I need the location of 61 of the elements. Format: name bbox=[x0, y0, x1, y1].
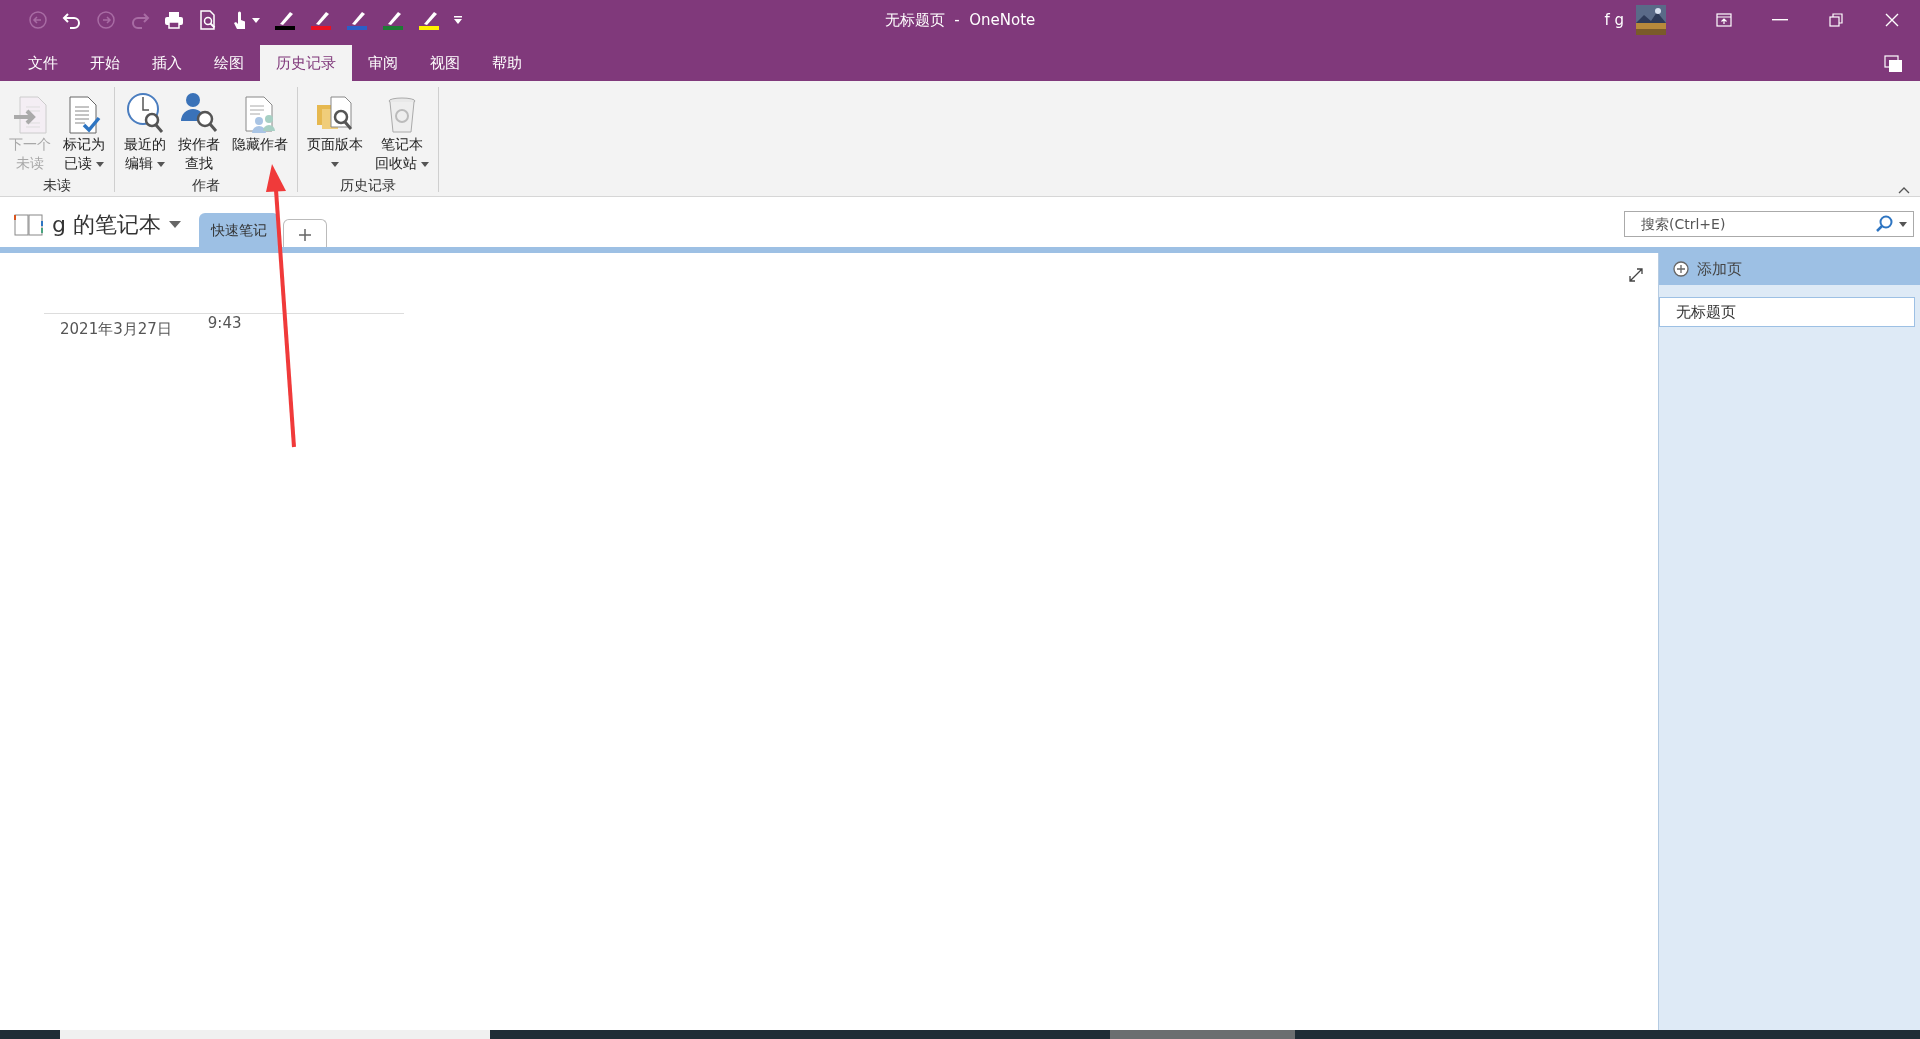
menu-tab[interactable]: 开始 bbox=[74, 45, 136, 81]
caret-icon bbox=[331, 161, 339, 167]
window-title: 无标题页 - OneNote bbox=[884, 11, 1036, 29]
minimize-icon bbox=[1772, 19, 1788, 21]
comments-icon[interactable] bbox=[1884, 55, 1904, 73]
page-check-icon bbox=[66, 95, 102, 135]
menu-tab[interactable]: 文件 bbox=[12, 45, 74, 81]
caret-icon bbox=[1899, 221, 1907, 227]
clock-magnifier-icon bbox=[125, 91, 165, 135]
menu-tab[interactable]: 历史记录 bbox=[260, 45, 352, 81]
add-section-button[interactable] bbox=[282, 219, 327, 247]
person-magnifier-icon bbox=[179, 91, 219, 135]
menu-tab[interactable]: 帮助 bbox=[476, 45, 538, 81]
page-date: 2021年3月27日 bbox=[60, 319, 172, 340]
user-name: f g bbox=[1604, 9, 1624, 31]
menu-tab[interactable]: 视图 bbox=[414, 45, 476, 81]
search-icon bbox=[1875, 215, 1893, 233]
caret-icon bbox=[421, 161, 430, 167]
notebook-selector[interactable]: g 的笔记本 bbox=[14, 208, 187, 247]
hand-pointer-icon bbox=[232, 10, 248, 30]
back-icon bbox=[28, 10, 48, 30]
ribbon-button[interactable]: 隐藏作者 bbox=[227, 87, 293, 175]
menu-tab[interactable]: 插入 bbox=[136, 45, 198, 81]
undo-icon bbox=[62, 10, 82, 30]
ribbon-button[interactable]: 按作者 查找 bbox=[173, 87, 225, 175]
magnifier-page-icon bbox=[198, 10, 218, 30]
plus-circle-icon bbox=[1673, 261, 1689, 277]
caret-icon bbox=[168, 221, 181, 228]
page-time: 9:43 bbox=[207, 313, 242, 334]
notebook-icon bbox=[14, 212, 44, 237]
group-label: 历史记录 bbox=[339, 176, 398, 195]
caret-icon bbox=[96, 161, 105, 167]
group-label: 作者 bbox=[191, 176, 221, 195]
collapse-ribbon-button[interactable] bbox=[1898, 186, 1910, 194]
forward-icon bbox=[96, 10, 116, 30]
add-page-button[interactable]: 添加页 bbox=[1659, 253, 1920, 285]
restore-icon bbox=[1828, 12, 1844, 28]
menu-tab[interactable]: 绘图 bbox=[198, 45, 260, 81]
ribbon-button[interactable]: 笔记本 回收站 bbox=[370, 87, 435, 175]
plus-icon bbox=[298, 228, 311, 241]
caret-icon bbox=[454, 16, 462, 24]
ribbon-button[interactable]: 标记为 已读 bbox=[58, 87, 110, 175]
ribbon-button[interactable]: 页面版本 bbox=[302, 87, 368, 175]
full-page-button[interactable] bbox=[1628, 267, 1644, 283]
search-box[interactable]: 搜索(Ctrl+E) bbox=[1624, 211, 1914, 237]
redo-icon bbox=[130, 10, 150, 30]
caret-icon bbox=[252, 17, 260, 23]
group-label: 未读 bbox=[42, 176, 72, 195]
page-people-icon bbox=[242, 95, 278, 135]
printer-icon bbox=[164, 10, 184, 30]
expand-arrows-icon bbox=[1628, 267, 1644, 283]
chevron-up-icon bbox=[1898, 186, 1910, 194]
section-tab[interactable]: 快速笔记 bbox=[198, 213, 279, 247]
page-list-item[interactable]: 无标题页 bbox=[1659, 297, 1915, 327]
page-arrow-icon bbox=[12, 95, 48, 135]
ribbon-display-icon bbox=[1716, 12, 1732, 28]
customize-toolbar-button[interactable] bbox=[452, 14, 464, 26]
menu-tab[interactable]: 审阅 bbox=[352, 45, 414, 81]
close-icon bbox=[1884, 12, 1900, 28]
caret-icon bbox=[157, 161, 166, 167]
ribbon-button[interactable]: 最近的 编辑 bbox=[119, 87, 171, 175]
